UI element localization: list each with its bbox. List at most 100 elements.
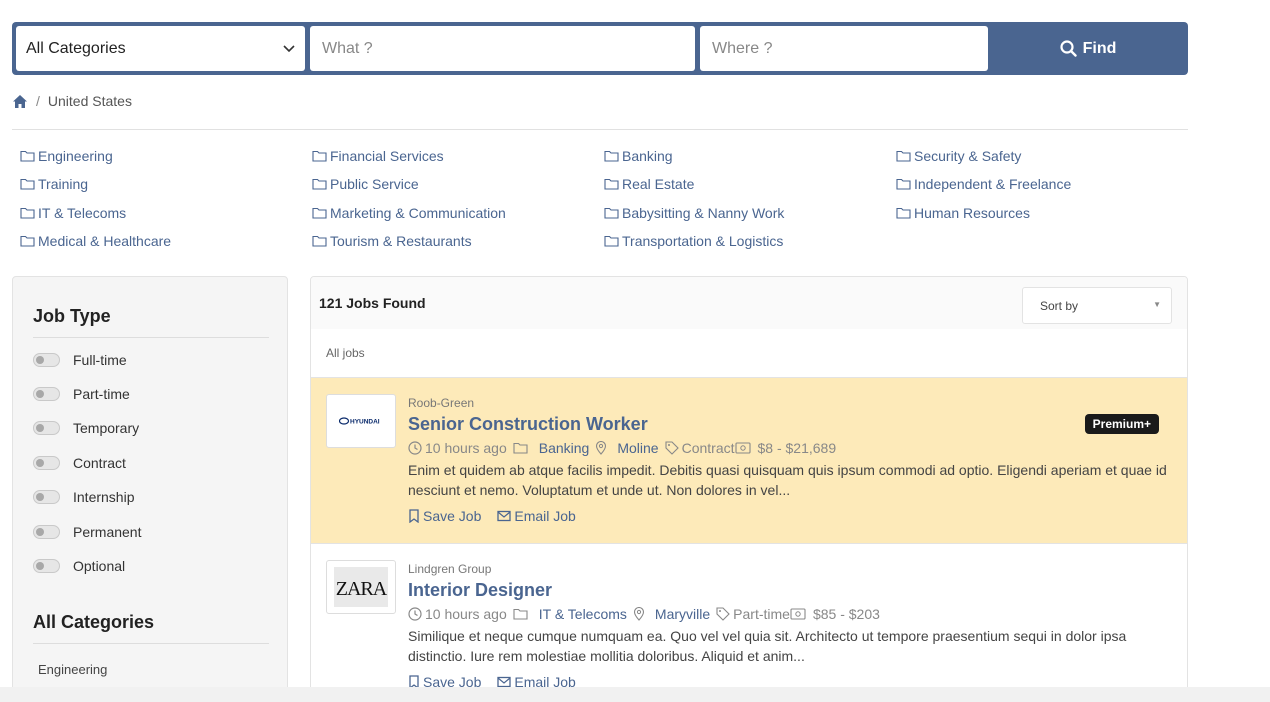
- folder-icon: [20, 235, 35, 247]
- category-link[interactable]: Training: [20, 175, 312, 195]
- category-link[interactable]: Transportation & Logistics: [604, 232, 896, 252]
- category-link-label: Independent & Freelance: [914, 176, 1072, 193]
- sort-by-select[interactable]: Sort by ▼: [1022, 287, 1172, 324]
- breadcrumb-separator: /: [36, 93, 40, 109]
- results-header: 121 Jobs Found Sort by ▼: [311, 277, 1187, 329]
- category-select-value: All Categories: [26, 39, 126, 57]
- job-type-filter[interactable]: Optional: [33, 558, 125, 574]
- home-icon[interactable]: [12, 94, 28, 109]
- toggle-switch[interactable]: [33, 387, 60, 401]
- folder-icon: [312, 207, 327, 219]
- job-type-filter[interactable]: Full-time: [33, 352, 127, 368]
- job-meta: 10 hours ago IT & Telecoms Maryville Par…: [408, 606, 880, 622]
- job-type-heading: Job Type: [33, 306, 111, 326]
- category-link[interactable]: Security & Safety: [896, 146, 1188, 166]
- job-type-label: Part-time: [73, 386, 130, 402]
- search-bar: All Categories Find: [12, 22, 1188, 75]
- job-type: Part-time: [733, 606, 790, 622]
- folder-icon: [312, 235, 327, 247]
- svg-text:HYUNDAI: HYUNDAI: [350, 419, 380, 426]
- job-type-label: Temporary: [73, 420, 140, 436]
- company-logo[interactable]: HYUNDAI: [326, 394, 396, 448]
- tab-all-jobs[interactable]: All jobs: [311, 329, 1187, 378]
- tab-all-jobs-label: All jobs: [326, 346, 365, 360]
- job-category[interactable]: IT & Telecoms: [539, 606, 627, 622]
- find-button-label: Find: [1082, 39, 1117, 57]
- money-icon: [734, 441, 751, 455]
- job-location[interactable]: Maryville: [655, 606, 710, 622]
- category-select[interactable]: All Categories: [16, 26, 305, 71]
- folder-icon: [604, 235, 619, 247]
- tag-icon: [665, 441, 679, 455]
- envelope-icon: [497, 510, 512, 522]
- all-categories-heading: All Categories: [33, 612, 155, 632]
- save-job-button[interactable]: Save Job: [408, 508, 481, 524]
- breadcrumb-current[interactable]: United States: [48, 93, 132, 109]
- job-type-label: Full-time: [73, 352, 127, 368]
- category-link-label: Financial Services: [330, 147, 444, 164]
- category-link[interactable]: Human Resources: [896, 203, 1188, 223]
- divider: [12, 129, 1188, 130]
- find-button[interactable]: Find: [992, 26, 1184, 71]
- category-link[interactable]: Tourism & Restaurants: [312, 232, 604, 252]
- category-link[interactable]: IT & Telecoms: [20, 203, 312, 223]
- job-description: Similique et neque cumque numquam ea. Qu…: [408, 628, 1127, 664]
- email-job-button[interactable]: Email Job: [497, 508, 576, 524]
- category-link[interactable]: Banking: [604, 146, 896, 166]
- category-link[interactable]: Financial Services: [312, 146, 604, 166]
- job-type-filter[interactable]: Part-time: [33, 386, 130, 402]
- toggle-switch[interactable]: [33, 490, 60, 504]
- job-type-filter[interactable]: Permanent: [33, 524, 141, 540]
- sidebar-category-engineering[interactable]: Engineering: [38, 662, 107, 677]
- job-description: Enim et quidem ab atque facilis impedit.…: [408, 462, 1167, 498]
- what-field: [310, 26, 695, 71]
- divider: [33, 643, 269, 644]
- posted-time: 10 hours ago: [425, 440, 507, 456]
- what-input[interactable]: [322, 39, 683, 58]
- category-link[interactable]: Real Estate: [604, 175, 896, 195]
- category-link-label: Tourism & Restaurants: [330, 233, 472, 250]
- toggle-switch[interactable]: [33, 525, 60, 539]
- job-listing: ZARA Lindgren Group Interior Designer 10…: [311, 544, 1187, 702]
- where-input[interactable]: [712, 39, 976, 58]
- email-job-label: Email Job: [514, 508, 576, 524]
- divider: [33, 337, 269, 338]
- category-link-label: Security & Safety: [914, 147, 1022, 164]
- category-link[interactable]: Babysitting & Nanny Work: [604, 203, 896, 223]
- job-title[interactable]: Senior Construction Worker: [408, 414, 648, 435]
- toggle-switch[interactable]: [33, 456, 60, 470]
- job-listing: HYUNDAI Roob-Green Senior Construction W…: [311, 378, 1187, 544]
- caret-down-icon: ▼: [1153, 300, 1161, 309]
- category-link[interactable]: Marketing & Communication: [312, 203, 604, 223]
- svg-text:ZARA: ZARA: [336, 578, 388, 600]
- horizontal-scrollbar[interactable]: [0, 687, 1270, 702]
- job-type-filter[interactable]: Contract: [33, 455, 126, 471]
- save-job-label: Save Job: [423, 508, 482, 524]
- job-type-label: Contract: [73, 455, 126, 471]
- job-type-filter[interactable]: Internship: [33, 489, 134, 505]
- job-salary: $8 - $21,689: [757, 440, 837, 456]
- clock-icon: [408, 441, 422, 455]
- folder-icon: [20, 150, 35, 162]
- toggle-switch[interactable]: [33, 421, 60, 435]
- job-location[interactable]: Moline: [617, 440, 658, 456]
- job-title[interactable]: Interior Designer: [408, 580, 552, 601]
- tag-icon: [716, 607, 730, 621]
- folder-icon: [604, 178, 619, 190]
- results-panel: 121 Jobs Found Sort by ▼ All jobs HYUNDA…: [310, 276, 1188, 702]
- category-link[interactable]: Medical & Healthcare: [20, 232, 312, 252]
- category-link-label: Banking: [622, 147, 673, 164]
- job-type-filter[interactable]: Temporary: [33, 420, 139, 436]
- premium-badge: Premium+: [1084, 414, 1159, 434]
- toggle-switch[interactable]: [33, 353, 60, 367]
- company-logo[interactable]: ZARA: [326, 560, 396, 614]
- folder-icon: [896, 178, 911, 190]
- company-name: Lindgren Group: [408, 562, 492, 576]
- job-meta: 10 hours ago Banking Moline Contract $8 …: [408, 440, 836, 456]
- folder-icon: [513, 442, 528, 454]
- category-link[interactable]: Engineering: [20, 146, 312, 166]
- toggle-switch[interactable]: [33, 559, 60, 573]
- category-link[interactable]: Independent & Freelance: [896, 175, 1188, 195]
- category-link[interactable]: Public Service: [312, 175, 604, 195]
- job-category[interactable]: Banking: [539, 440, 590, 456]
